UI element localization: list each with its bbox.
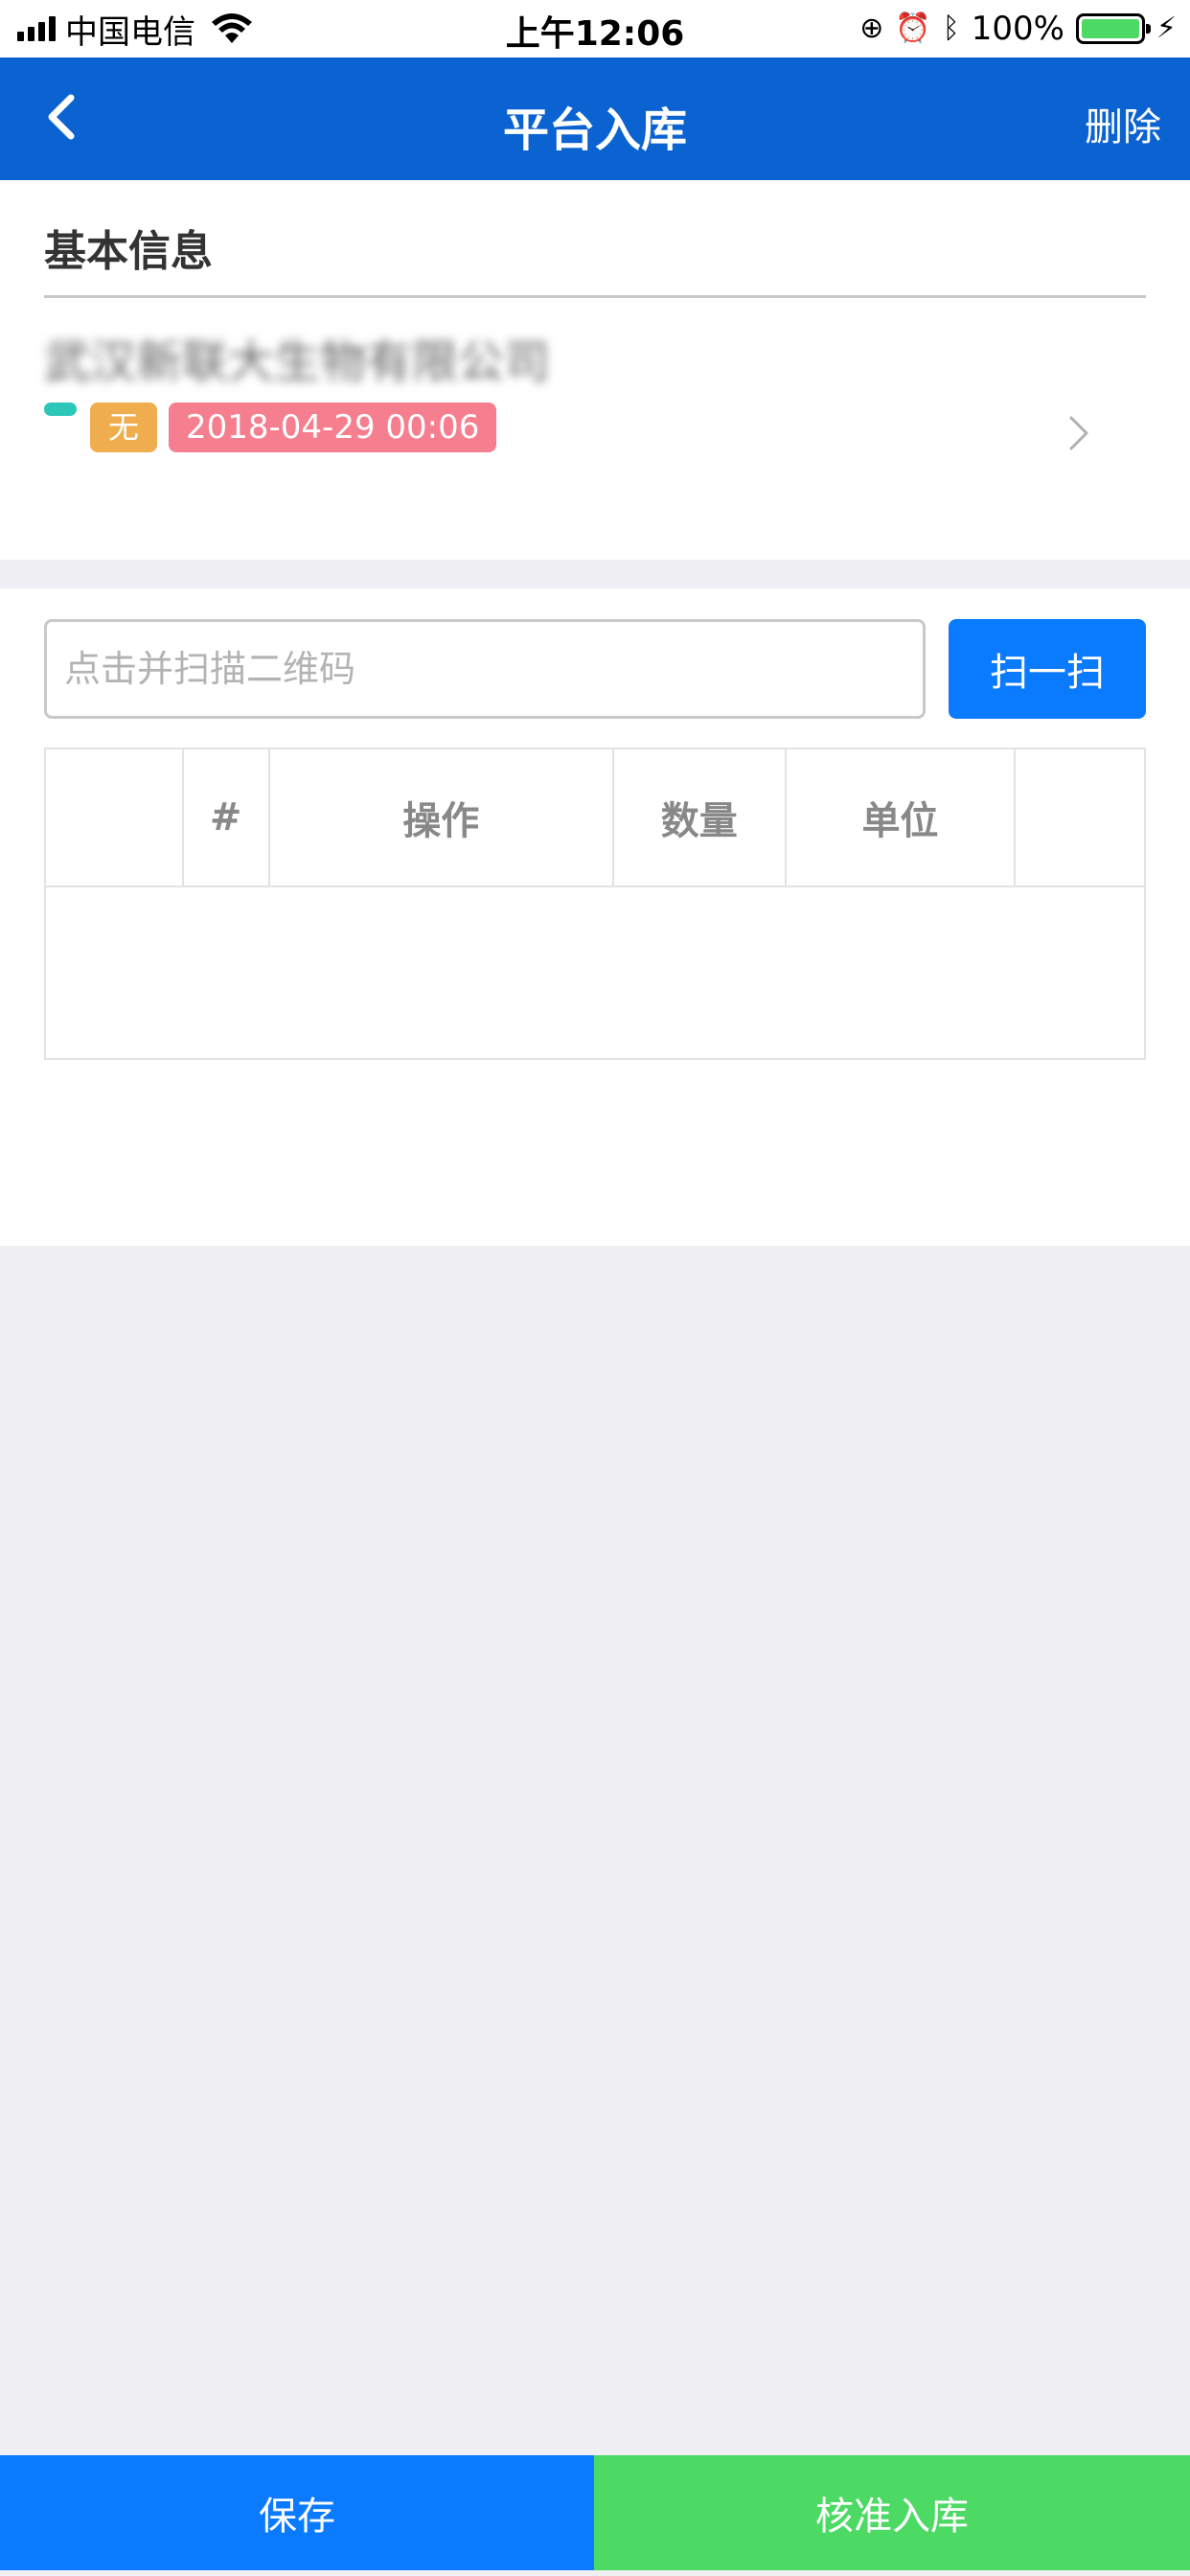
status-bar-right: ⊕ ⏰ ᛒ 100% ⚡ <box>859 8 1177 50</box>
table-header-extra <box>1014 748 1146 887</box>
date-badge: 2018-04-29 00:06 <box>169 402 497 452</box>
table-header-quantity: 数量 <box>611 748 787 887</box>
section-divider <box>44 295 1146 298</box>
save-button[interactable]: 保存 <box>0 2455 594 2570</box>
section-title: 基本信息 <box>44 227 213 276</box>
approve-button[interactable]: 核准入库 <box>594 2455 1190 2570</box>
page: 中国电信 上午12:06 ⊕ ⏰ ᛒ 100% ⚡ 平台入库 删除 基本信息 武… <box>0 0 1190 2576</box>
page-title: 平台入库 <box>502 104 687 157</box>
table-header-unit: 单位 <box>784 748 1017 887</box>
basic-info-section: 基本信息 武汉新联大生物有限公司 无 2018-04-29 00:06 <box>0 180 1190 560</box>
table-header-checkbox <box>44 748 184 887</box>
company-name: 武汉新联大生物有限公司 <box>44 335 551 389</box>
alarm-icon: ⏰ <box>895 12 931 45</box>
bluetooth-icon: ᛒ <box>942 12 960 45</box>
table-header-row: # 操作 数量 单位 <box>44 748 1146 887</box>
battery-icon <box>1075 13 1151 44</box>
scan-section: 扫一扫 # 操作 数量 单位 <box>0 588 1190 1246</box>
tag-badge: 无 <box>90 402 157 452</box>
scan-button[interactable]: 扫一扫 <box>949 619 1146 719</box>
battery-percent: 100% <box>971 10 1064 48</box>
table-header-index: # <box>181 748 270 887</box>
chevron-right-icon <box>1069 416 1088 450</box>
table-empty-row <box>44 886 1146 1060</box>
qr-code-input[interactable] <box>44 619 926 719</box>
table-header-operation: 操作 <box>267 748 614 887</box>
charging-icon: ⚡ <box>1156 12 1177 45</box>
delete-button[interactable]: 删除 <box>1085 96 1161 151</box>
status-indicator <box>44 402 77 416</box>
table-empty-cell <box>44 886 1146 1060</box>
status-bar: 中国电信 上午12:06 ⊕ ⏰ ᛒ 100% ⚡ <box>0 0 1190 58</box>
company-row[interactable]: 武汉新联大生物有限公司 无 2018-04-29 00:06 <box>0 324 1190 477</box>
bottom-action-bar: 保存 核准入库 <box>0 2455 1190 2570</box>
items-table: # 操作 数量 单位 <box>44 748 1146 1060</box>
rotation-lock-icon: ⊕ <box>859 12 884 45</box>
navigation-bar: 平台入库 删除 <box>0 58 1190 180</box>
